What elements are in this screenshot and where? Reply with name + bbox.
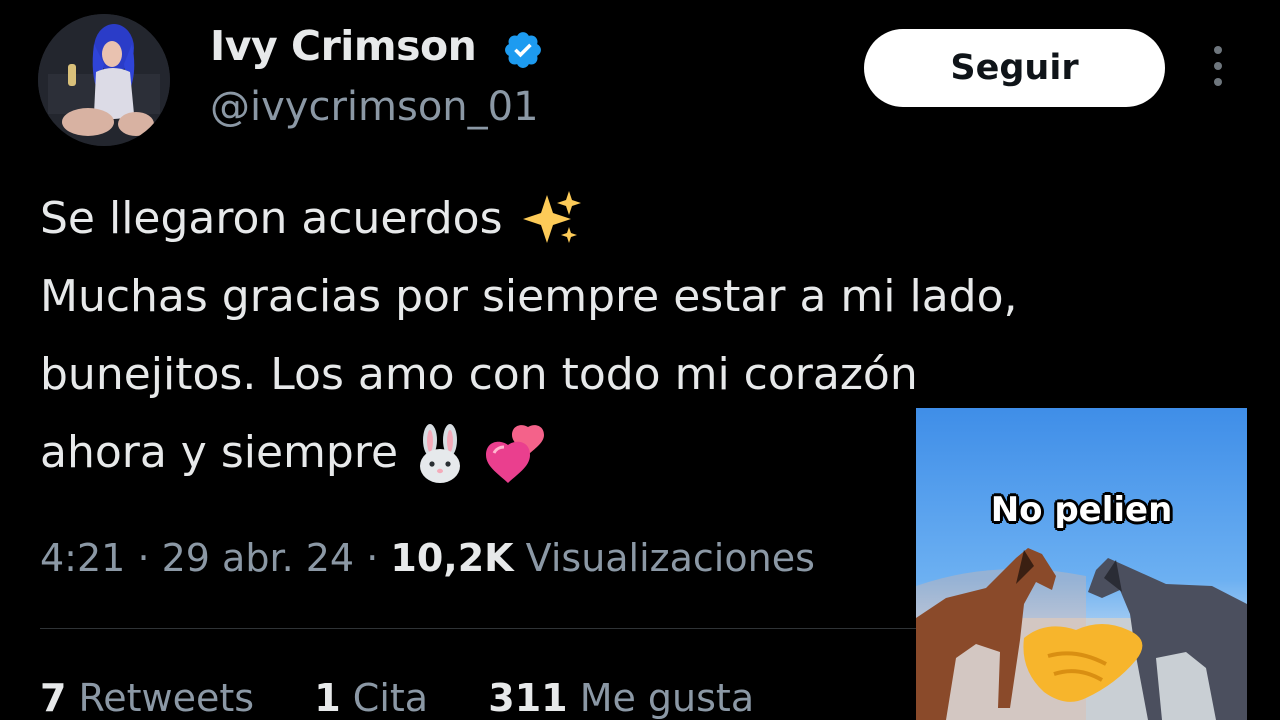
retweets-stat[interactable]: 7 Retweets (40, 676, 254, 720)
retweets-count: 7 (40, 676, 67, 720)
tweet-line-3: bunejitos. Los amo con todo mi corazón (40, 349, 918, 400)
rabbit-face-icon (420, 424, 461, 483)
views-label: Visualizaciones (525, 536, 815, 580)
likes-label: Me gusta (579, 676, 755, 720)
likes-count: 311 (488, 676, 568, 720)
tweet-meta: 4:21 · 29 abr. 24 · 10,2K Visualizacione… (40, 536, 815, 580)
follow-button[interactable]: Seguir (864, 29, 1165, 107)
more-options-icon[interactable] (1208, 46, 1228, 90)
meme-image: No pelien (916, 408, 1247, 720)
quotes-label: Cita (352, 676, 429, 720)
avatar-image (38, 14, 170, 146)
tweet-line-2: Muchas gracias por siempre estar a mi la… (40, 271, 1018, 322)
avatar[interactable] (38, 14, 170, 146)
quotes-count: 1 (314, 676, 341, 720)
meta-separator: · (137, 536, 162, 580)
sparkles-icon (522, 191, 581, 243)
revolving-hearts-icon (486, 425, 545, 483)
tweet-time[interactable]: 4:21 (40, 536, 125, 580)
tweet-stats: 7 Retweets 1 Cita 311 Me gusta (40, 676, 754, 720)
tweet-line-1: Se llegaron acuerdos (40, 180, 1260, 258)
user-handle[interactable]: @ivycrimson_01 (210, 84, 539, 130)
quotes-stat[interactable]: 1 Cita (314, 676, 428, 720)
meme-caption: No pelien (990, 490, 1173, 530)
tweet-date[interactable]: 29 abr. 24 (162, 536, 355, 580)
meme-illustration (916, 408, 1247, 720)
views-count: 10,2K (390, 536, 514, 580)
meta-separator: · (366, 536, 391, 580)
likes-stat[interactable]: 311 Me gusta (488, 676, 754, 720)
display-name[interactable]: Ivy Crimson (210, 22, 477, 70)
verified-badge-icon (505, 32, 541, 68)
retweets-label: Retweets (78, 676, 255, 720)
